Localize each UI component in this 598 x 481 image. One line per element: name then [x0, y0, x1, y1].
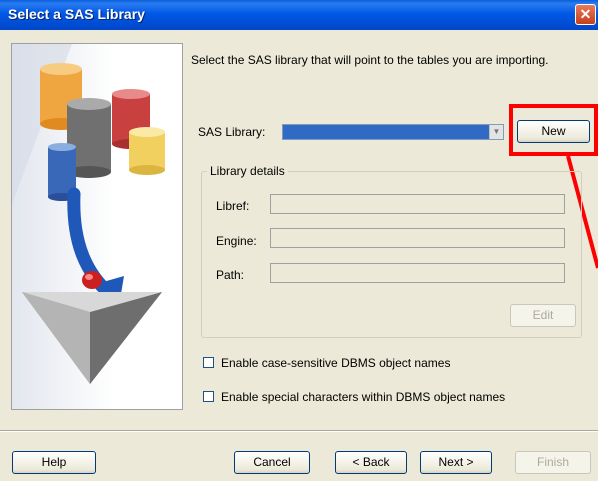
help-button[interactable]: Help	[12, 451, 96, 474]
special-characters-checkbox[interactable]	[203, 391, 214, 402]
path-field[interactable]	[270, 263, 565, 283]
case-sensitive-checkbox[interactable]	[203, 357, 214, 368]
cancel-button[interactable]: Cancel	[234, 451, 310, 474]
special-characters-label: Enable special characters within DBMS ob…	[221, 390, 506, 404]
libref-field[interactable]	[270, 194, 565, 214]
engine-label: Engine:	[216, 234, 257, 248]
finish-button[interactable]: Finish	[515, 451, 591, 474]
library-details-legend: Library details	[207, 164, 288, 178]
footer-separator	[0, 430, 598, 432]
next-button[interactable]: Next >	[420, 451, 492, 474]
case-sensitive-label: Enable case-sensitive DBMS object names	[221, 356, 451, 370]
back-button[interactable]: < Back	[335, 451, 407, 474]
libref-label: Libref:	[216, 199, 250, 213]
engine-field[interactable]	[270, 228, 565, 248]
edit-button[interactable]: Edit	[510, 304, 576, 327]
path-label: Path:	[216, 268, 245, 282]
